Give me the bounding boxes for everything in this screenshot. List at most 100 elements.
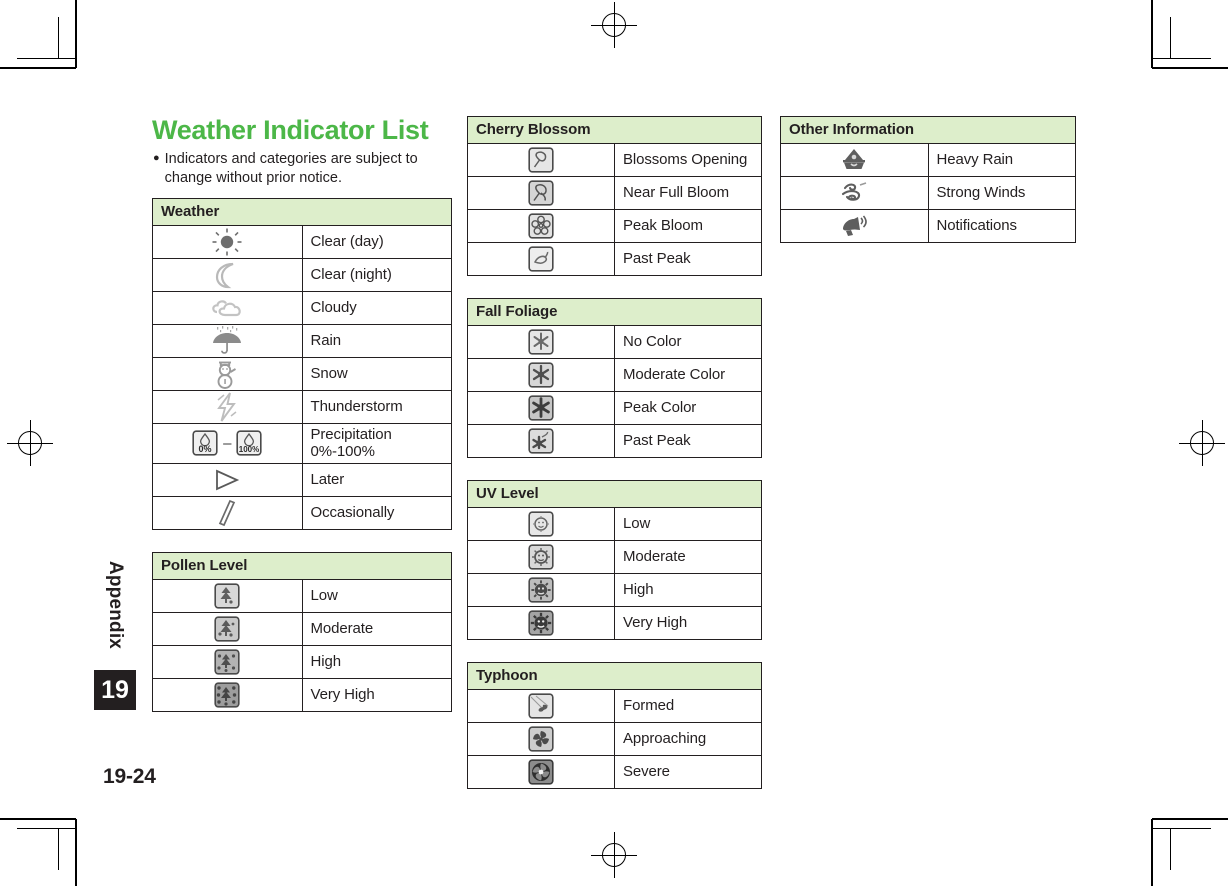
sun-icon <box>210 228 244 256</box>
slash-bar-icon <box>215 499 239 527</box>
blossom-near-full-icon <box>528 180 554 206</box>
row-label: Approaching <box>614 722 762 756</box>
row-label: Low <box>301 578 452 613</box>
table-row: High <box>467 573 762 607</box>
page-number: 19-24 <box>103 765 156 788</box>
row-label: Moderate Color <box>614 358 762 392</box>
lightning-bolt-icon <box>214 392 240 422</box>
table-row: Later <box>152 462 452 497</box>
row-label: Notifications <box>927 209 1076 243</box>
icon-cell-uv-low <box>467 507 615 541</box>
table-typhoon: Typhoon Formed Approaching Severe <box>467 662 762 789</box>
uv-high-icon <box>528 577 554 603</box>
row-label: No Color <box>614 325 762 359</box>
icon-cell-umbrella <box>152 323 303 358</box>
icon-cell-uv-very-high <box>467 606 615 640</box>
row-label: Low <box>614 507 762 541</box>
notice-line: ● Indicators and categories are subject … <box>152 150 452 188</box>
icon-cell-occasionally <box>152 495 303 530</box>
table-row: Moderate Color <box>467 358 762 392</box>
table-row: 0% – 100% Precipitation 0%-100% <box>152 422 452 464</box>
icon-cell-strong-winds <box>780 176 929 210</box>
table-uv-level: UV Level Low Moderate High Very High <box>467 480 762 640</box>
table-row: Notifications <box>780 209 1076 243</box>
table-row: Peak Bloom <box>467 209 762 243</box>
icon-cell-pollen-very-high <box>152 677 303 712</box>
svg-text:0%: 0% <box>199 444 212 454</box>
icon-cell-typhoon-formed <box>467 689 615 723</box>
pollen-very-high-icon <box>214 682 240 708</box>
table-cherry-blossom: Cherry Blossom Blossoms Opening Near Ful… <box>467 116 762 276</box>
icon-cell-uv-high <box>467 573 615 607</box>
column-right: Other Information Heavy Rain Strong Wind… <box>780 116 1076 262</box>
table-heading-uv-level: UV Level <box>467 480 762 508</box>
snowman-icon <box>211 359 243 389</box>
icon-cell-blossom-peak <box>467 209 615 243</box>
table-row: Clear (day) <box>152 224 452 259</box>
table-row: Thunderstorm <box>152 389 452 424</box>
typhoon-severe-icon <box>528 759 554 785</box>
icon-cell-cloud <box>152 290 303 325</box>
icon-cell-blossom-near-full <box>467 176 615 210</box>
row-label: Moderate <box>614 540 762 574</box>
icon-cell-snowman <box>152 356 303 391</box>
table-heading-cherry-blossom: Cherry Blossom <box>467 116 762 144</box>
play-triangle-icon <box>210 468 244 492</box>
icon-cell-uv-moderate <box>467 540 615 574</box>
blossom-past-peak-icon <box>528 246 554 272</box>
row-label: Clear (day) <box>301 224 452 259</box>
table-row: Low <box>152 578 452 613</box>
row-label: Thunderstorm <box>301 389 452 424</box>
page-content: Appendix 19 19-24 Weather Indicator List… <box>0 0 1228 886</box>
icon-cell-typhoon-severe <box>467 755 615 789</box>
bullet-icon: ● <box>153 152 160 165</box>
row-label: Very High <box>614 606 762 640</box>
row-label: Rain <box>301 323 452 358</box>
icon-cell-pollen-low <box>152 578 303 613</box>
icon-cell-later <box>152 462 303 497</box>
icon-cell-pollen-moderate <box>152 611 303 646</box>
typhoon-formed-icon <box>528 693 554 719</box>
row-label: Very High <box>301 677 452 712</box>
row-label: Strong Winds <box>927 176 1076 210</box>
precipitation-range-icon: 0% – 100% <box>153 430 302 456</box>
icon-cell-lightning <box>152 389 303 424</box>
chapter-number-badge: 19 <box>94 670 136 710</box>
table-row: Approaching <box>467 722 762 756</box>
row-label: Later <box>301 462 452 497</box>
moon-icon <box>212 261 242 289</box>
icon-cell-heavy-rain <box>780 143 929 177</box>
table-row: Snow <box>152 356 452 391</box>
row-label: Past Peak <box>614 242 762 276</box>
range-dash: – <box>223 434 232 452</box>
blossom-bud-icon <box>528 147 554 173</box>
icon-cell-leaf-moderate-color <box>467 358 615 392</box>
table-heading-fall-foliage: Fall Foliage <box>467 298 762 326</box>
notice-text: Indicators and categories are subject to… <box>164 151 418 186</box>
leaf-moderate-color-icon <box>528 362 554 388</box>
strong-winds-icon <box>838 179 870 207</box>
pollen-high-icon <box>214 649 240 675</box>
table-row: Moderate <box>467 540 762 574</box>
uv-low-icon <box>528 511 554 537</box>
icon-cell-sun <box>152 224 303 259</box>
table-heading-other-information: Other Information <box>780 116 1076 144</box>
table-row: Occasionally <box>152 495 452 530</box>
table-row: Near Full Bloom <box>467 176 762 210</box>
icon-cell-blossom-past-peak <box>467 242 615 276</box>
row-label: Peak Color <box>614 391 762 425</box>
notifications-megaphone-icon <box>838 212 870 240</box>
column-middle: Cherry Blossom Blossoms Opening Near Ful… <box>467 116 762 808</box>
table-row: Rain <box>152 323 452 358</box>
row-label: Near Full Bloom <box>614 176 762 210</box>
icon-cell-precipitation: 0% – 100% <box>152 422 303 464</box>
icon-cell-pollen-high <box>152 644 303 679</box>
table-row: Strong Winds <box>780 176 1076 210</box>
row-label: Precipitation 0%-100% <box>301 422 452 464</box>
blossom-peak-icon <box>528 213 554 239</box>
table-row: Clear (night) <box>152 257 452 292</box>
table-row: Severe <box>467 755 762 789</box>
svg-text:100%: 100% <box>239 445 259 454</box>
icon-cell-leaf-no-color <box>467 325 615 359</box>
table-heading-typhoon: Typhoon <box>467 662 762 690</box>
